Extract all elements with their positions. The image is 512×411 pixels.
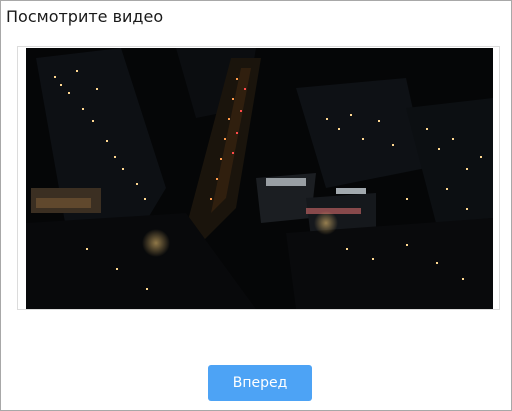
next-button[interactable]: Вперед	[208, 365, 312, 401]
dialog-window: Посмотрите видео Вперед	[0, 0, 512, 411]
city-night-aerial-video	[26, 48, 493, 309]
page-title: Посмотрите видео	[6, 7, 164, 26]
video-player[interactable]	[26, 48, 493, 309]
